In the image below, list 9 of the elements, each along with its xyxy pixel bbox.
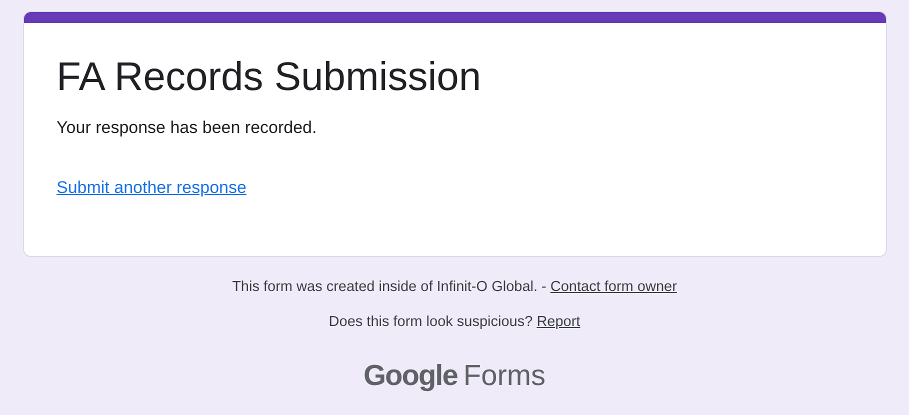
logo-wordmark: Google [363,359,458,394]
report-link[interactable]: Report [536,312,580,332]
submit-another-link[interactable]: Submit another response [56,176,246,200]
footer-text: Does this form look suspicious? [328,313,533,332]
confirmation-message: Your response has been recorded. [56,117,317,139]
product-name: Forms [463,359,546,394]
footer-text: This form was created inside of Infinit-O Global. - [232,278,546,297]
contact-owner-link[interactable]: Contact form owner [550,277,677,297]
form-title: FA Records Submission [56,54,482,101]
